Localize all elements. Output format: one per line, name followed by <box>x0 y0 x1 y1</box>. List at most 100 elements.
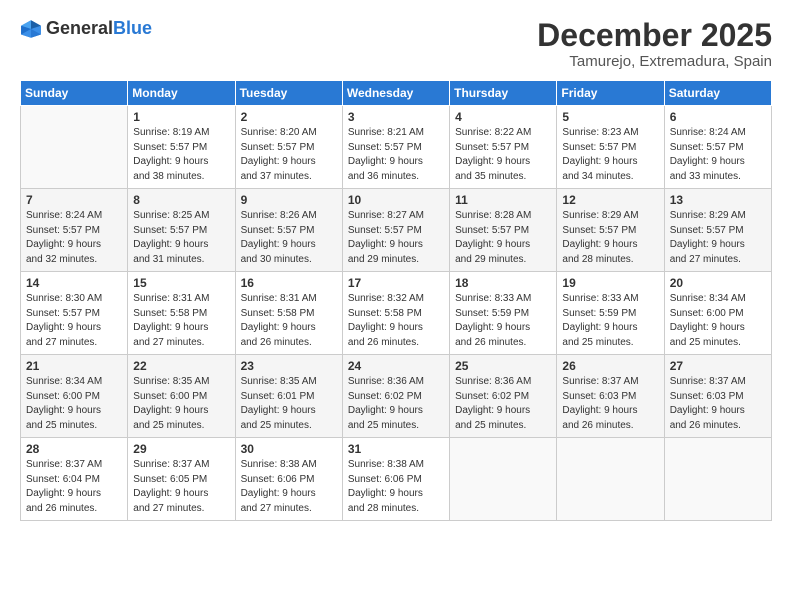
calendar-cell: 22 Sunrise: 8:35 AM Sunset: 6:00 PM Dayli… <box>128 355 235 438</box>
header-day: Tuesday <box>235 81 342 106</box>
calendar-cell: 16Sunrise: 8:31 AM Sunset: 5:58 PM Dayli… <box>235 272 342 355</box>
calendar-cell: 2Sunrise: 8:20 AM Sunset: 5:57 PM Daylig… <box>235 106 342 189</box>
calendar-cell: 10 Sunrise: 8:27 AM Sunset: 5:57 PM Dayli… <box>342 189 449 272</box>
header-day: Wednesday <box>342 81 449 106</box>
location: Tamurejo, Extremadura, Spain <box>537 53 772 70</box>
calendar-cell: 26 Sunrise: 8:37 AM Sunset: 6:03 PM Dayli… <box>557 355 664 438</box>
calendar-cell <box>21 106 128 189</box>
day-info: Sunrise: 8:23 AM Sunset: 5:57 PM Dayligh… <box>562 126 658 184</box>
logo-general: General <box>46 19 113 39</box>
day-info: Sunrise: 8:24 AM Sunset: 5:57 PM Dayligh… <box>26 209 122 267</box>
calendar-cell: 30 Sunrise: 8:38 AM Sunset: 6:06 PM Dayli… <box>235 438 342 521</box>
logo-icon <box>20 18 42 40</box>
day-number: 10 <box>348 193 444 207</box>
day-number: 4 <box>455 110 551 124</box>
day-info: Sunrise: 8:35 AM Sunset: 6:00 PM Dayligh… <box>133 375 229 433</box>
day-info: Sunrise: 8:35 AM Sunset: 6:01 PM Dayligh… <box>241 375 337 433</box>
day-info: Sunrise: 8:19 AM Sunset: 5:57 PM Dayligh… <box>133 126 229 184</box>
day-info: Sunrise: 8:33 AM Sunset: 5:59 PM Dayligh… <box>562 292 658 350</box>
day-info: Sunrise: 8:24 AM Sunset: 5:57 PM Dayligh… <box>670 126 766 184</box>
calendar-cell: 25 Sunrise: 8:36 AM Sunset: 6:02 PM Dayli… <box>450 355 557 438</box>
calendar-cell: 20 Sunrise: 8:34 AM Sunset: 6:00 PM Dayli… <box>664 272 771 355</box>
day-info: Sunrise: 8:36 AM Sunset: 6:02 PM Dayligh… <box>455 375 551 433</box>
day-info: Sunrise: 8:38 AM Sunset: 6:06 PM Dayligh… <box>348 458 444 516</box>
header-day: Saturday <box>664 81 771 106</box>
calendar-cell: 24Sunrise: 8:36 AM Sunset: 6:02 PM Dayli… <box>342 355 449 438</box>
calendar-cell <box>557 438 664 521</box>
calendar-cell: 19 Sunrise: 8:33 AM Sunset: 5:59 PM Dayli… <box>557 272 664 355</box>
calendar-cell: 12Sunrise: 8:29 AM Sunset: 5:57 PM Dayli… <box>557 189 664 272</box>
calendar-cell: 28 Sunrise: 8:37 AM Sunset: 6:04 PM Dayli… <box>21 438 128 521</box>
day-info: Sunrise: 8:38 AM Sunset: 6:06 PM Dayligh… <box>241 458 337 516</box>
calendar-cell: 3 Sunrise: 8:21 AM Sunset: 5:57 PM Daylig… <box>342 106 449 189</box>
calendar-cell: 27 Sunrise: 8:37 AM Sunset: 6:03 PM Dayli… <box>664 355 771 438</box>
header-row: SundayMondayTuesdayWednesdayThursdayFrid… <box>21 81 772 106</box>
day-number: 22 <box>133 359 229 373</box>
calendar-cell <box>664 438 771 521</box>
day-info: Sunrise: 8:37 AM Sunset: 6:03 PM Dayligh… <box>562 375 658 433</box>
day-number: 11 <box>455 193 551 207</box>
calendar-cell: 1Sunrise: 8:19 AM Sunset: 5:57 PM Daylig… <box>128 106 235 189</box>
day-info: Sunrise: 8:21 AM Sunset: 5:57 PM Dayligh… <box>348 126 444 184</box>
calendar-row: 28 Sunrise: 8:37 AM Sunset: 6:04 PM Dayli… <box>21 438 772 521</box>
calendar-cell: 9 Sunrise: 8:26 AM Sunset: 5:57 PM Daylig… <box>235 189 342 272</box>
calendar-row: 21 Sunrise: 8:34 AM Sunset: 6:00 PM Dayli… <box>21 355 772 438</box>
header-day: Thursday <box>450 81 557 106</box>
day-number: 28 <box>26 442 122 456</box>
calendar-cell: 6 Sunrise: 8:24 AM Sunset: 5:57 PM Daylig… <box>664 106 771 189</box>
calendar-row: 14Sunrise: 8:30 AM Sunset: 5:57 PM Dayli… <box>21 272 772 355</box>
calendar-cell: 29 Sunrise: 8:37 AM Sunset: 6:05 PM Dayli… <box>128 438 235 521</box>
day-info: Sunrise: 8:25 AM Sunset: 5:57 PM Dayligh… <box>133 209 229 267</box>
day-number: 15 <box>133 276 229 290</box>
day-info: Sunrise: 8:34 AM Sunset: 6:00 PM Dayligh… <box>670 292 766 350</box>
calendar-row: 1Sunrise: 8:19 AM Sunset: 5:57 PM Daylig… <box>21 106 772 189</box>
day-number: 26 <box>562 359 658 373</box>
day-info: Sunrise: 8:37 AM Sunset: 6:03 PM Dayligh… <box>670 375 766 433</box>
day-info: Sunrise: 8:26 AM Sunset: 5:57 PM Dayligh… <box>241 209 337 267</box>
calendar-cell: 14Sunrise: 8:30 AM Sunset: 5:57 PM Dayli… <box>21 272 128 355</box>
calendar-cell: 5Sunrise: 8:23 AM Sunset: 5:57 PM Daylig… <box>557 106 664 189</box>
day-number: 29 <box>133 442 229 456</box>
calendar-cell: 18 Sunrise: 8:33 AM Sunset: 5:59 PM Dayli… <box>450 272 557 355</box>
day-info: Sunrise: 8:37 AM Sunset: 6:05 PM Dayligh… <box>133 458 229 516</box>
month-title: December 2025 <box>537 18 772 53</box>
calendar-table: SundayMondayTuesdayWednesdayThursdayFrid… <box>20 80 772 521</box>
day-info: Sunrise: 8:31 AM Sunset: 5:58 PM Dayligh… <box>241 292 337 350</box>
day-number: 13 <box>670 193 766 207</box>
day-number: 6 <box>670 110 766 124</box>
logo-blue: Blue <box>113 19 152 39</box>
header-day: Sunday <box>21 81 128 106</box>
day-info: Sunrise: 8:27 AM Sunset: 5:57 PM Dayligh… <box>348 209 444 267</box>
day-number: 31 <box>348 442 444 456</box>
day-info: Sunrise: 8:34 AM Sunset: 6:00 PM Dayligh… <box>26 375 122 433</box>
day-number: 9 <box>241 193 337 207</box>
day-number: 30 <box>241 442 337 456</box>
day-info: Sunrise: 8:20 AM Sunset: 5:57 PM Dayligh… <box>241 126 337 184</box>
day-info: Sunrise: 8:22 AM Sunset: 5:57 PM Dayligh… <box>455 126 551 184</box>
day-info: Sunrise: 8:33 AM Sunset: 5:59 PM Dayligh… <box>455 292 551 350</box>
day-number: 19 <box>562 276 658 290</box>
day-number: 27 <box>670 359 766 373</box>
day-number: 17 <box>348 276 444 290</box>
day-number: 18 <box>455 276 551 290</box>
calendar-cell: 21 Sunrise: 8:34 AM Sunset: 6:00 PM Dayli… <box>21 355 128 438</box>
calendar-cell <box>450 438 557 521</box>
day-number: 20 <box>670 276 766 290</box>
calendar-cell: 23 Sunrise: 8:35 AM Sunset: 6:01 PM Dayli… <box>235 355 342 438</box>
day-number: 7 <box>26 193 122 207</box>
calendar-row: 7 Sunrise: 8:24 AM Sunset: 5:57 PM Daylig… <box>21 189 772 272</box>
day-number: 23 <box>241 359 337 373</box>
day-number: 8 <box>133 193 229 207</box>
day-number: 24 <box>348 359 444 373</box>
day-info: Sunrise: 8:28 AM Sunset: 5:57 PM Dayligh… <box>455 209 551 267</box>
day-number: 3 <box>348 110 444 124</box>
day-number: 25 <box>455 359 551 373</box>
day-info: Sunrise: 8:32 AM Sunset: 5:58 PM Dayligh… <box>348 292 444 350</box>
day-info: Sunrise: 8:37 AM Sunset: 6:04 PM Dayligh… <box>26 458 122 516</box>
day-number: 21 <box>26 359 122 373</box>
day-info: Sunrise: 8:29 AM Sunset: 5:57 PM Dayligh… <box>670 209 766 267</box>
calendar-cell: 13 Sunrise: 8:29 AM Sunset: 5:57 PM Dayli… <box>664 189 771 272</box>
day-info: Sunrise: 8:30 AM Sunset: 5:57 PM Dayligh… <box>26 292 122 350</box>
calendar-cell: 7 Sunrise: 8:24 AM Sunset: 5:57 PM Daylig… <box>21 189 128 272</box>
header-day: Monday <box>128 81 235 106</box>
